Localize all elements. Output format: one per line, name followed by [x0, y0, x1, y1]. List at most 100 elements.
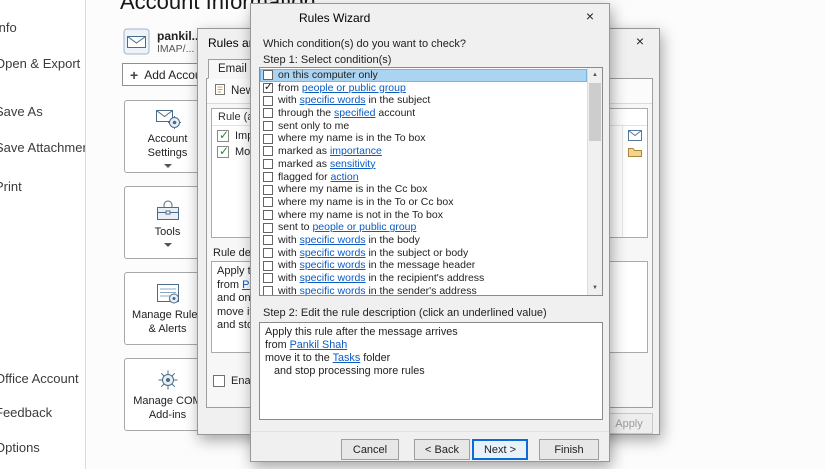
wizard-title-bar[interactable]: Rules Wizard × — [251, 4, 609, 32]
enable-rules-checkbox[interactable] — [213, 375, 225, 387]
condition-checkbox[interactable] — [263, 210, 273, 220]
condition-row[interactable]: with specific words in the subject — [260, 94, 587, 107]
condition-label: marked as sensitivity — [278, 158, 375, 171]
condition-row[interactable]: ✓from people or public group — [260, 82, 587, 95]
text-segment: marked as — [278, 158, 330, 170]
condition-label: through the specified account — [278, 107, 415, 120]
condition-value-link[interactable]: action — [331, 171, 359, 183]
sidebar-item-office-account[interactable]: Office Account — [0, 371, 79, 386]
condition-row[interactable]: with specific words in the message heade… — [260, 259, 587, 272]
wizard-value-link[interactable]: Tasks — [333, 352, 361, 364]
back-button[interactable]: < Back — [414, 439, 470, 460]
condition-row[interactable]: marked as sensitivity — [260, 158, 587, 171]
scroll-up-icon[interactable]: ▲ — [588, 68, 602, 82]
condition-row[interactable]: marked as importance — [260, 145, 587, 158]
condition-value-link[interactable]: specific words — [300, 259, 366, 271]
condition-row[interactable]: where my name is in the To box — [260, 132, 587, 145]
sidebar-item-info[interactable]: Info — [0, 20, 17, 35]
condition-checkbox[interactable] — [263, 261, 273, 271]
condition-value-link[interactable]: sensitivity — [330, 158, 376, 170]
condition-value-link[interactable]: specific words — [300, 285, 366, 295]
text-segment: from — [217, 279, 242, 291]
wizard-description-line: move it to the Tasks folder — [265, 352, 597, 365]
condition-label: where my name is not in the To box — [278, 209, 443, 222]
condition-row[interactable]: with specific words in the sender's addr… — [260, 285, 587, 295]
account-name: pankil... — [157, 29, 202, 43]
rules-alerts-icon — [155, 281, 181, 307]
chevron-down-icon — [164, 243, 172, 247]
condition-checkbox[interactable] — [263, 172, 273, 182]
wizard-title: Rules Wizard — [299, 11, 370, 25]
step1-label: Step 1: Select condition(s) — [263, 54, 391, 66]
condition-row[interactable]: where my name is in the To or Cc box — [260, 196, 587, 209]
sidebar-item-save-as[interactable]: Save As — [0, 104, 43, 119]
condition-row[interactable]: with specific words in the recipient's a… — [260, 272, 587, 285]
apply-button[interactable]: Apply — [605, 413, 653, 434]
condition-row[interactable]: on this computer only — [260, 69, 587, 82]
sidebar-item-print[interactable]: Print — [0, 179, 22, 194]
condition-checkbox[interactable] — [263, 159, 273, 169]
condition-checkbox[interactable] — [263, 108, 273, 118]
text-segment: sent to — [278, 221, 312, 233]
cancel-button[interactable]: Cancel — [341, 439, 399, 460]
next-button[interactable]: Next > — [472, 439, 528, 460]
condition-row[interactable]: sent only to me — [260, 120, 587, 133]
condition-row[interactable]: with specific words in the body — [260, 234, 587, 247]
rule-checkbox[interactable]: ✓ — [217, 130, 229, 142]
account-text: pankil... IMAP/... — [157, 29, 202, 55]
check-icon: ✓ — [219, 144, 229, 158]
sidebar-item-options[interactable]: Options — [0, 440, 40, 455]
text-segment: with — [278, 272, 300, 284]
rule-checkbox[interactable]: ✓ — [217, 146, 229, 158]
close-icon[interactable]: × — [573, 5, 607, 26]
sidebar-item-save-attachments[interactable]: Save Attachments — [0, 140, 86, 155]
wizard-value-link[interactable]: Pankil Shah — [290, 339, 348, 351]
condition-value-link[interactable]: specific words — [300, 272, 366, 284]
scrollbar-thumb[interactable] — [589, 83, 601, 141]
condition-checkbox[interactable] — [263, 235, 273, 245]
new-rule-icon — [214, 83, 226, 99]
condition-label: with specific words in the message heade… — [278, 259, 475, 272]
condition-checkbox[interactable] — [263, 286, 273, 295]
finish-button[interactable]: Finish — [539, 439, 599, 460]
condition-row[interactable]: where my name is not in the To box — [260, 209, 587, 222]
text-segment: in the message header — [366, 259, 476, 271]
condition-checkbox[interactable] — [263, 273, 273, 283]
condition-checkbox[interactable] — [263, 134, 273, 144]
condition-checkbox[interactable] — [263, 146, 273, 156]
condition-value-link[interactable]: specified — [334, 107, 375, 119]
text-segment: sent only to me — [278, 120, 349, 132]
scrollbar[interactable]: ▲ ▼ — [587, 68, 602, 295]
text-segment: folder — [360, 352, 390, 364]
condition-checkbox[interactable] — [263, 185, 273, 195]
condition-checkbox[interactable] — [263, 70, 273, 80]
sidebar-item-feedback[interactable]: Feedback — [0, 405, 52, 420]
text-segment: through the — [278, 107, 334, 119]
sidebar-item-open-export[interactable]: Open & Export — [0, 56, 80, 71]
condition-checkbox[interactable] — [263, 248, 273, 258]
condition-value-link[interactable]: people or public group — [312, 221, 416, 233]
condition-row[interactable]: through the specified account — [260, 107, 587, 120]
condition-checkbox[interactable] — [263, 121, 273, 131]
check-icon: ✓ — [264, 81, 273, 94]
condition-value-link[interactable]: specific words — [300, 234, 366, 246]
condition-row[interactable]: flagged for action — [260, 171, 587, 184]
condition-label: with specific words in the sender's addr… — [278, 285, 477, 295]
condition-checkbox[interactable]: ✓ — [263, 83, 273, 93]
wizard-description-box: Apply this rule after the message arrive… — [259, 322, 603, 420]
condition-row[interactable]: sent to people or public group — [260, 221, 587, 234]
condition-value-link[interactable]: importance — [330, 145, 382, 157]
text-segment: in the recipient's address — [366, 272, 485, 284]
close-icon[interactable]: × — [623, 30, 657, 51]
scroll-down-icon[interactable]: ▼ — [588, 281, 602, 295]
condition-checkbox[interactable] — [263, 197, 273, 207]
condition-label: with specific words in the subject or bo… — [278, 247, 468, 260]
condition-checkbox[interactable] — [263, 223, 273, 233]
condition-label: where my name is in the To or Cc box — [278, 196, 453, 209]
condition-checkbox[interactable] — [263, 96, 273, 106]
condition-value-link[interactable]: specific words — [300, 94, 366, 106]
condition-value-link[interactable]: specific words — [300, 247, 366, 259]
condition-value-link[interactable]: people or public group — [302, 82, 406, 94]
condition-row[interactable]: with specific words in the subject or bo… — [260, 247, 587, 260]
condition-row[interactable]: where my name is in the Cc box — [260, 183, 587, 196]
